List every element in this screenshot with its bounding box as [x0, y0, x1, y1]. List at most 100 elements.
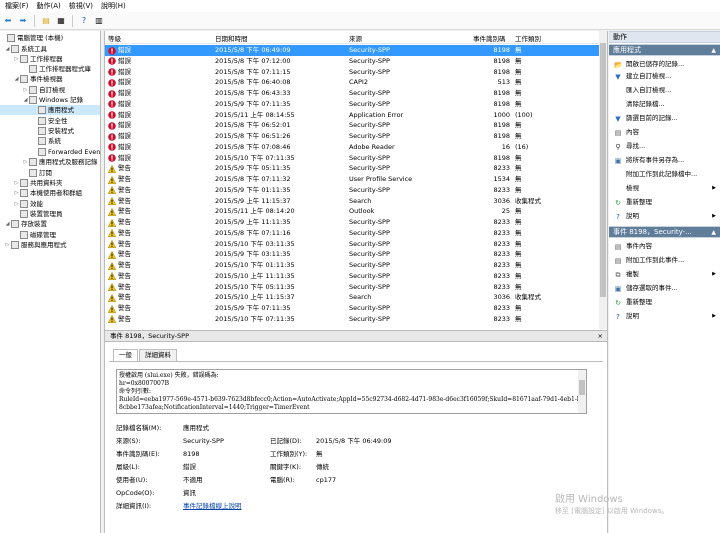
expand-arrow-icon[interactable]: ◢ [13, 74, 20, 84]
tree-node[interactable]: 訂閱 [22, 168, 52, 178]
tree-node[interactable]: ◢ 存放裝置 [4, 219, 47, 229]
table-row[interactable]: 警告 2015/5/9 下午 05:11:35 Security-SPP 8233 無 [105, 163, 599, 174]
action-item[interactable]: ? 說明 ▶ [609, 211, 720, 222]
table-row[interactable]: 警告 2015/5/10 下午 05:11:35 Security-SPP 8233 無 [105, 282, 599, 293]
table-row[interactable]: 錯誤 2015/5/9 下午 07:11:35 Security-SPP 8198 無 [105, 99, 599, 110]
menu-item[interactable]: 說明(H) [97, 0, 130, 12]
table-row[interactable]: 錯誤 2015/5/8 下午 06:43:33 Security-SPP 8198 無 [105, 88, 599, 99]
menu-item[interactable]: 檢視(V) [65, 0, 97, 12]
tree-node[interactable]: ▷ 服務與應用程式 [4, 240, 67, 250]
tree-node[interactable]: 電腦管理 (本機) [0, 33, 63, 43]
table-row[interactable]: 錯誤 2015/5/8 下午 07:08:46 Adobe Reader 16 (16) [105, 142, 599, 153]
expand-arrow-icon[interactable]: ▷ [13, 178, 20, 188]
table-row[interactable]: 錯誤 2015/5/8 下午 06:52:01 Security-SPP 8198 無 [105, 120, 599, 131]
action-item[interactable]: ▤ 附加工作到此事件... [609, 255, 720, 266]
action-item[interactable]: ⧉ 複製 ▶ [609, 269, 720, 280]
show-action-pane-icon[interactable]: ▥ [93, 15, 105, 27]
table-row[interactable]: 警告 2015/5/9 下午 07:11:35 Security-SPP 8233 無 [105, 303, 599, 314]
action-item[interactable]: 檢視 ▶ [609, 183, 720, 194]
event-message-box[interactable]: 授權啟用 (slui.exe) 失敗，錯誤碼為: hr=0x8007007B 命令列… [116, 369, 587, 414]
table-row[interactable]: 警告 2015/5/10 下午 03:11:35 Security-SPP 8233 無 [105, 239, 599, 250]
column-header[interactable]: 來源 [349, 34, 362, 44]
expand-arrow-icon[interactable]: ◢ [4, 219, 11, 229]
expand-arrow-icon[interactable]: ▷ [22, 157, 29, 167]
table-row[interactable]: 警告 2015/5/10 上午 11:11:35 Security-SPP 8233 無 [105, 271, 599, 282]
tree-node[interactable]: 安裝程式 [31, 126, 74, 136]
action-item[interactable]: 清除記錄檔... [609, 99, 720, 110]
tree-node[interactable]: 磁碟管理 [13, 230, 56, 240]
tree-node[interactable]: 應用程式 [0, 105, 100, 115]
tree-node[interactable]: 安全性 [31, 116, 68, 126]
expand-arrow-icon[interactable]: ▷ [13, 188, 20, 198]
table-row[interactable]: 錯誤 2015/5/8 下午 07:11:15 Security-SPP 8198 無 [105, 67, 599, 78]
action-item[interactable]: 匯入自訂檢視... [609, 85, 720, 96]
tree-node[interactable]: ◢ 系統工具 [4, 44, 47, 54]
back-icon[interactable]: ⬅ [2, 15, 14, 27]
tab-details[interactable]: 詳細資料 [139, 349, 177, 361]
tree-node[interactable]: ◢ Windows 記錄 [22, 95, 83, 105]
collapse-arrow-icon[interactable]: ▲ [711, 227, 716, 238]
table-row[interactable]: 錯誤 2015/5/8 下午 06:40:08 CAPI2 513 無 [105, 77, 599, 88]
table-row[interactable]: 警告 2015/5/8 下午 07:11:32 User Profile Servi… [105, 174, 599, 185]
help-icon[interactable]: ? [78, 15, 90, 27]
tree-node[interactable]: ▷ 效能 [13, 199, 43, 209]
expand-arrow-icon[interactable]: ▷ [4, 240, 11, 250]
message-scrollbar[interactable] [578, 370, 586, 413]
table-row[interactable]: 警告 2015/5/10 上午 11:15:37 Search 3036 收集程式 [105, 292, 599, 303]
expand-arrow-icon[interactable]: ▷ [13, 199, 20, 209]
action-item[interactable]: 附加工作到此記錄檔中... [609, 169, 720, 180]
collapse-arrow-icon[interactable]: ▲ [711, 45, 716, 56]
action-item[interactable]: ↻ 重新整理 [609, 297, 720, 308]
menu-item[interactable]: 檔案(F) [1, 0, 33, 12]
expand-arrow-icon[interactable]: ▷ [13, 54, 20, 64]
close-icon[interactable]: × [598, 331, 603, 341]
expand-arrow-icon[interactable]: ▷ [22, 85, 29, 95]
tree-node[interactable]: ▷ 工作排程器 [13, 54, 63, 64]
table-row[interactable]: 錯誤 2015/5/8 下午 07:12:00 Security-SPP 8198 無 [105, 56, 599, 67]
actions-section-app[interactable]: 應用程式 ▲ [609, 44, 720, 56]
table-row[interactable]: 警告 2015/5/10 下午 01:11:35 Security-SPP 8233 無 [105, 260, 599, 271]
table-row[interactable]: 警告 2015/5/10 下午 07:11:35 Security-SPP 8233 無 [105, 314, 599, 325]
show-hide-tree-icon[interactable]: ▦ [55, 15, 67, 27]
column-header[interactable]: 事件識別碼 [473, 34, 506, 44]
action-item[interactable]: ▤ 內容 [609, 127, 720, 138]
action-item[interactable]: ? 說明 ▶ [609, 311, 720, 322]
menu-item[interactable]: 動作(A) [33, 0, 65, 12]
table-row[interactable]: 錯誤 2015/5/8 下午 06:51:26 Security-SPP 8198 無 [105, 131, 599, 142]
table-row[interactable]: 錯誤 2015/5/8 下午 06:49:09 Security-SPP 8198 無 [105, 45, 599, 56]
action-item[interactable]: ▼ 篩選目前的記錄... [609, 113, 720, 124]
column-header[interactable]: 日期和時間 [215, 34, 248, 44]
expand-arrow-icon[interactable]: ◢ [22, 95, 29, 105]
action-item[interactable]: ⚲ 尋找... [609, 141, 720, 152]
table-row[interactable]: 錯誤 2015/5/10 下午 07:11:35 Security-SPP 8198 無 [105, 153, 599, 164]
table-row[interactable]: 警告 2015/5/8 下午 07:11:16 Security-SPP 8233 無 [105, 228, 599, 239]
online-help-link[interactable]: 事件記錄檔線上說明 [183, 501, 242, 511]
tree-node[interactable]: Forwarded Events [31, 147, 100, 157]
table-row[interactable]: 警告 2015/5/9 下午 03:11:35 Security-SPP 8233 無 [105, 249, 599, 260]
tree-node[interactable]: ▷ 本機使用者和群組 [13, 188, 82, 198]
column-header[interactable]: 工作類別 [515, 34, 541, 44]
tree-node[interactable]: ▷ 共用資料夾 [13, 178, 63, 188]
tree-node[interactable]: ▷ 應用程式及服務記錄 [22, 157, 98, 167]
table-row[interactable]: 警告 2015/5/11 上午 08:14:20 Outlook 25 無 [105, 206, 599, 217]
table-row[interactable]: 警告 2015/5/9 下午 01:11:35 Security-SPP 8233 無 [105, 185, 599, 196]
up-folder-icon[interactable]: ▤ [40, 15, 52, 27]
forward-icon[interactable]: ➡ [17, 15, 29, 27]
tree-node[interactable]: ◢ 事件檢視器 [13, 74, 63, 84]
tree-node[interactable]: ▷ 自訂檢視 [22, 85, 65, 95]
table-row[interactable]: 警告 2015/5/9 上午 11:15:37 Search 3036 收集程式 [105, 196, 599, 207]
expand-arrow-icon[interactable]: ◢ [4, 44, 11, 54]
action-item[interactable]: ▤ 事件內容 [609, 241, 720, 252]
action-item[interactable]: ↻ 重新整理 [609, 197, 720, 208]
actions-section-event[interactable]: 事件 8198，Security-... ▲ [609, 226, 720, 238]
table-row[interactable]: 錯誤 2015/5/11 上午 08:14:55 Application Error… [105, 110, 599, 121]
column-header[interactable]: 等級 [108, 34, 121, 44]
action-item[interactable]: ▣ 將所有事件另存為... [609, 155, 720, 166]
tree-node[interactable]: 裝置管理員 [13, 209, 63, 219]
tree-node[interactable]: 系統 [31, 136, 61, 146]
tab-general[interactable]: 一般 [113, 349, 138, 361]
tree-node[interactable]: 工作排程器程式庫 [22, 64, 91, 74]
grid-scrollbar[interactable] [599, 31, 607, 329]
action-item[interactable]: 📂 開啟已儲存的記錄... [609, 59, 720, 70]
table-row[interactable]: 警告 2015/5/9 上午 11:11:35 Security-SPP 8233 無 [105, 217, 599, 228]
